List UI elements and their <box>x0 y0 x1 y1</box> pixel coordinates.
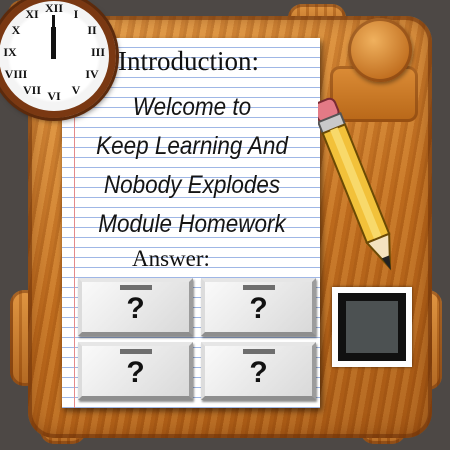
pencil-highlight <box>330 127 382 240</box>
button-slot <box>242 285 275 290</box>
answer-button-1[interactable]: ? <box>78 278 193 336</box>
clock-numeral: X <box>11 23 21 37</box>
button-slot <box>242 349 275 354</box>
question-mark-icon: ? <box>249 292 268 325</box>
status-light-icon <box>332 287 412 367</box>
prompt-line: Nobody Explodes <box>103 171 281 199</box>
prompt-line: Welcome to <box>132 93 252 121</box>
clock-minute-hand <box>52 15 55 59</box>
module-scene: Introduction: Welcome to Keep Learning A… <box>0 0 450 450</box>
clock-numeral: II <box>87 23 97 37</box>
question-mark-icon: ? <box>249 356 268 389</box>
status-light <box>346 301 398 353</box>
clock-numeral: XI <box>25 7 39 21</box>
answer-button-4[interactable]: ? <box>201 342 316 400</box>
prompt-line: Keep Learning And <box>96 132 288 160</box>
question-mark-icon: ? <box>126 292 145 325</box>
clip-knob <box>348 18 412 82</box>
clock-numeral: I <box>73 7 79 21</box>
question-mark-icon: ? <box>126 356 145 389</box>
module-prompt: Welcome to Keep Learning And Nobody Expl… <box>79 88 306 244</box>
clock-numeral: VIII <box>4 67 28 81</box>
page-title: Introduction: <box>118 46 259 76</box>
status-light-housing <box>338 293 406 361</box>
answer-label: Answer: <box>132 246 210 271</box>
answer-grid: ? ? ? ? <box>78 278 316 400</box>
pencil-icon <box>318 97 392 271</box>
answer-button-2[interactable]: ? <box>201 278 316 336</box>
clock-numeral: III <box>90 45 105 59</box>
clock-numeral: VII <box>22 83 41 97</box>
clock-numeral: IX <box>3 45 17 59</box>
pencil-lead <box>381 255 391 270</box>
answer-button-3[interactable]: ? <box>78 342 193 400</box>
button-slot <box>119 285 152 290</box>
button-slot <box>119 349 152 354</box>
clock-numeral: IV <box>85 67 99 81</box>
prompt-line: Module Homework <box>98 210 286 238</box>
